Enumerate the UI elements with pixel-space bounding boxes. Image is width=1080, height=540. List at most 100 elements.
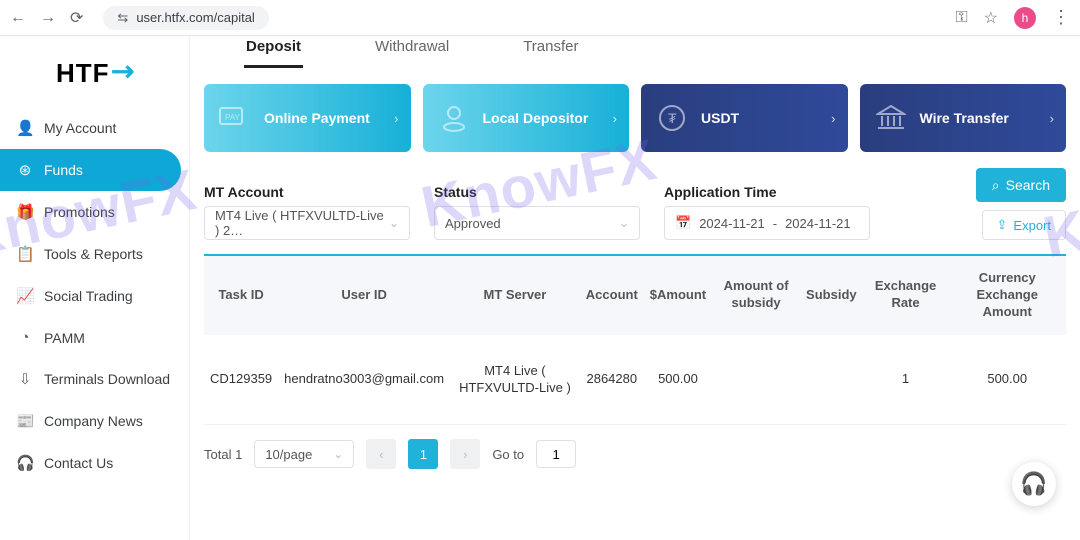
chevron-right-icon: › [831,111,835,126]
cell-mt-server: MT4 Live ( HTFXVULTD-Live ) [450,335,580,425]
bookmark-icon[interactable]: ☆ [984,8,998,28]
goto-page-input[interactable] [536,440,576,468]
sidebar-item-terminals-download[interactable]: ⇩ Terminals Download [0,358,189,400]
th-task-id: Task ID [204,256,278,335]
support-chat-button[interactable]: 🎧 [1012,462,1056,506]
sidebar-item-label: Company News [44,413,143,429]
date-to: 2024-11-21 [785,216,851,231]
results-table: Task ID User ID MT Server Account $Amoun… [204,254,1066,425]
sidebar-item-label: Social Trading [44,288,133,304]
clipboard-icon: 📋 [16,245,34,263]
browser-chrome: ← → ⟳ ⇆ user.htfx.com/capital ⚿ ☆ h ⋮ [0,0,1080,36]
mt-account-label: MT Account [204,184,410,200]
funds-icon: ⊛ [16,161,34,179]
cell-user-id: hendratno3003@gmail.com [278,335,450,425]
date-sep: - [773,216,777,231]
svg-text:PAY: PAY [225,113,240,122]
bank-icon [874,101,908,135]
th-account: Account [580,256,644,335]
browser-menu-icon[interactable]: ⋮ [1052,7,1070,28]
sidebar-item-social-trading[interactable]: 📈 Social Trading [0,275,189,317]
cell-exchange-rate: 1 [863,335,949,425]
sidebar-item-label: Contact Us [44,455,113,471]
export-button[interactable]: ⇪ Export [982,210,1066,240]
reload-icon[interactable]: ⟳ [70,8,83,28]
card-local-depositor[interactable]: Local Depositor › [423,84,630,152]
sidebar: HTF↗ 👤My Account ⊛ Funds 🎁Promotions 📋 Too… [0,36,190,540]
sidebar-item-contact-us[interactable]: 🎧 Contact Us [0,442,189,484]
table-header-row: Task ID User ID MT Server Account $Amoun… [204,256,1066,335]
chevron-right-icon: › [613,111,617,126]
cell-amount: 500.00 [644,335,712,425]
chevron-down-icon: ⌄ [389,216,399,230]
card-label: Local Depositor [483,110,589,127]
headset-icon: 🎧 [1020,471,1047,497]
next-page-button[interactable]: › [450,439,480,469]
th-mt-server: MT Server [450,256,580,335]
cell-amount-subsidy [712,335,800,425]
page-number-button[interactable]: 1 [408,439,438,469]
page-size-select[interactable]: 10/page ⌄ [254,440,354,468]
filters-row: MT Account MT4 Live ( HTFXVULTD-Live ) 2… [204,168,1066,240]
sidebar-item-promotions[interactable]: 🎁Promotions [0,191,189,233]
forward-icon[interactable]: → [40,8,56,28]
sidebar-item-tools-reports[interactable]: 📋 Tools & Reports [0,233,189,275]
tab-transfer[interactable]: Transfer [521,38,580,68]
deposit-tabs: Deposit Withdrawal Transfer [204,36,1066,68]
pagination: Total 1 10/page ⌄ ‹ 1 › Go to [204,439,1066,469]
table-row: CD129359 hendratno3003@gmail.com MT4 Liv… [204,335,1066,425]
tab-deposit[interactable]: Deposit [244,38,303,68]
sidebar-item-company-news[interactable]: 📰 Company News [0,400,189,442]
chevron-right-icon: › [394,111,398,126]
chevron-down-icon: ⌄ [619,216,629,230]
news-icon: 📰 [16,412,34,430]
date-range-picker[interactable]: 📅 2024-11-21 - 2024-11-21 [664,206,870,240]
th-amount: $Amount [644,256,712,335]
th-amount-subsidy: Amount of subsidy [712,256,800,335]
status-select[interactable]: Approved ⌄ [434,206,640,240]
payment-method-cards: PAY Online Payment › Local Depositor › ₮… [204,84,1066,152]
headset-icon: 🎧 [16,454,34,472]
main-content: Deposit Withdrawal Transfer PAY Online P… [190,36,1080,540]
card-usdt[interactable]: ₮ USDT › [641,84,848,152]
chart-icon: 📈 [16,287,34,305]
th-exchange-rate: Exchange Rate [863,256,949,335]
sidebar-item-funds[interactable]: ⊛ Funds [0,149,181,191]
card-online-payment[interactable]: PAY Online Payment › [204,84,411,152]
usdt-icon: ₮ [655,101,689,135]
cell-account: 2864280 [580,335,644,425]
address-bar[interactable]: ⇆ user.htfx.com/capital [103,6,268,30]
application-time-label: Application Time [664,184,870,200]
cell-task-id: CD129359 [204,335,278,425]
th-subsidy: Subsidy [800,256,863,335]
sidebar-item-pamm[interactable]: ◔ PAMM [0,317,189,358]
goto-label: Go to [492,447,524,462]
chevron-right-icon: › [1050,111,1054,126]
card-wire-transfer[interactable]: Wire Transfer › [860,84,1067,152]
pay-icon: PAY [218,101,252,135]
back-icon[interactable]: ← [10,8,26,28]
sidebar-item-label: Terminals Download [44,371,170,387]
mt-account-select[interactable]: MT4 Live ( HTFXVULTD-Live ) 2… ⌄ [204,206,410,240]
tab-withdrawal[interactable]: Withdrawal [373,38,451,68]
pie-icon: ◔ [16,329,34,346]
status-label: Status [434,184,640,200]
prev-page-button[interactable]: ‹ [366,439,396,469]
key-icon[interactable]: ⚿ [955,9,967,27]
sidebar-item-label: My Account [44,120,116,136]
logo: HTF↗ [0,46,189,107]
search-button[interactable]: ⌕ Search [976,168,1066,202]
date-from: 2024-11-21 [699,216,765,231]
sidebar-item-label: Tools & Reports [44,246,143,262]
page-size-value: 10/page [265,447,312,462]
sidebar-item-label: Funds [44,162,83,178]
sidebar-item-label: PAMM [44,330,85,346]
profile-avatar[interactable]: h [1014,7,1036,29]
sidebar-item-my-account[interactable]: 👤My Account [0,107,189,149]
download-icon: ⇩ [16,370,34,388]
card-label: USDT [701,110,739,127]
export-button-label: Export [1013,218,1051,233]
search-button-label: Search [1006,177,1050,193]
th-currency-exchange-amount: Currency Exchange Amount [948,256,1066,335]
chevron-down-icon: ⌄ [333,447,343,461]
